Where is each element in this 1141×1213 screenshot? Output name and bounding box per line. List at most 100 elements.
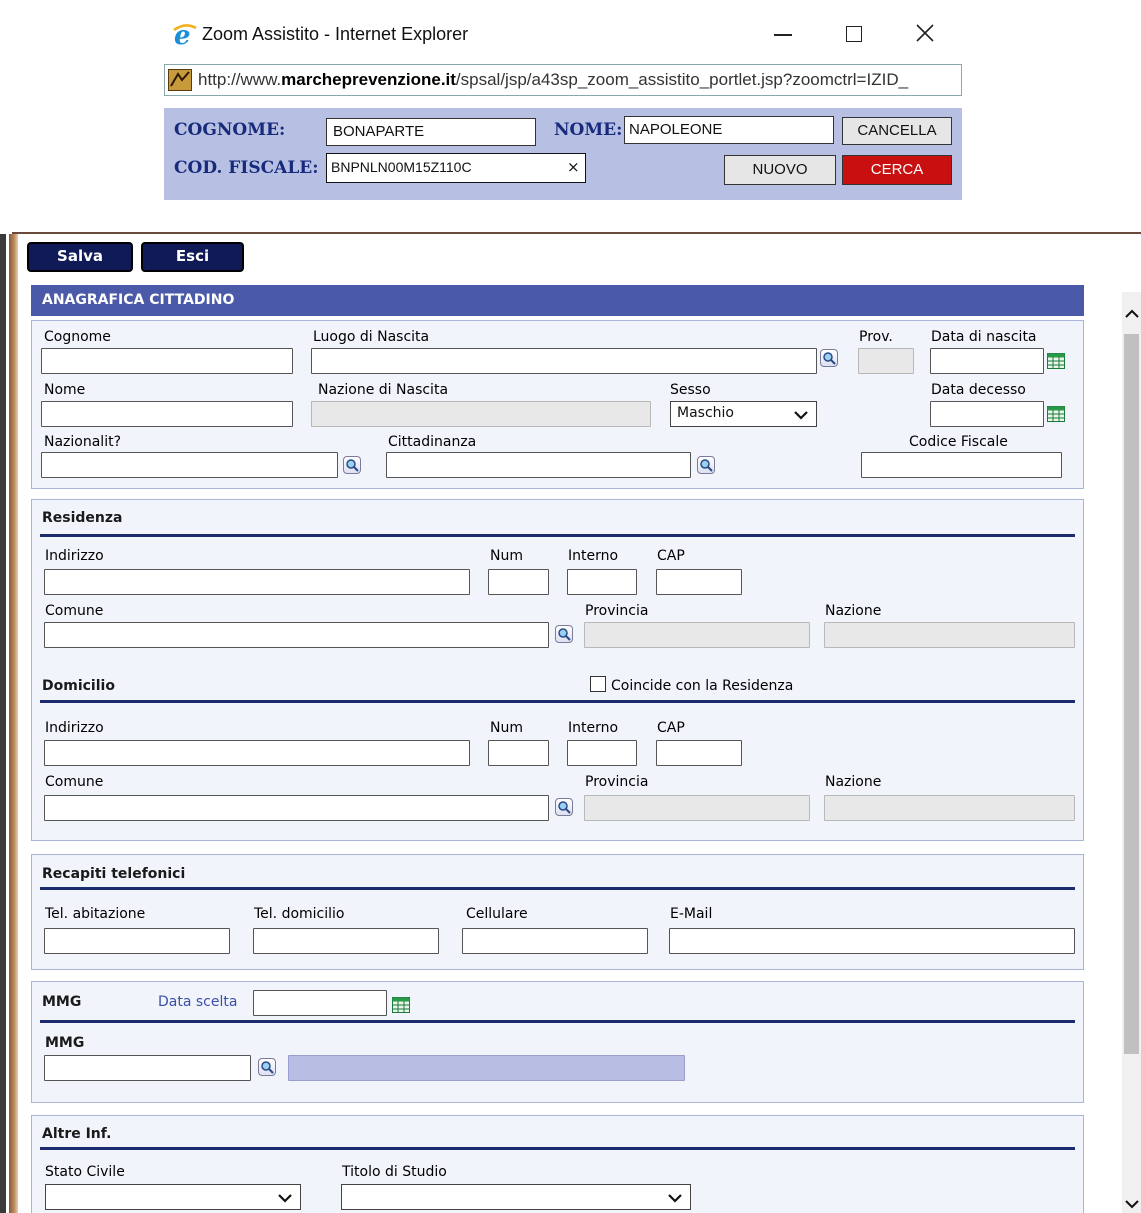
tel-abitazione-field[interactable] xyxy=(44,928,230,954)
nazione-nascita-field xyxy=(311,401,651,427)
esci-button-label: Esci xyxy=(175,247,210,265)
res-cap-field[interactable] xyxy=(656,569,742,595)
search-icon[interactable] xyxy=(555,798,573,816)
cognome-label: Cognome xyxy=(44,329,111,345)
nuovo-button[interactable]: NUOVO xyxy=(724,155,836,185)
res-cap-label: CAP xyxy=(657,548,685,564)
calendar-icon[interactable] xyxy=(392,997,410,1013)
nome-label: NOME: xyxy=(554,120,623,140)
minimize-icon[interactable] xyxy=(774,34,792,36)
mmg-field[interactable] xyxy=(44,1055,251,1081)
popup-titlebar: e Zoom Assistito - Internet Explorer xyxy=(162,12,963,58)
search-icon[interactable] xyxy=(697,456,715,474)
cerca-button[interactable]: CERCA xyxy=(842,155,952,185)
res-comune-field[interactable] xyxy=(44,622,549,648)
nazionalita-field[interactable] xyxy=(41,452,338,478)
codfiscale-label: COD. FISCALE: xyxy=(174,158,319,178)
chevron-down-icon xyxy=(668,1191,682,1207)
dom-num-label: Num xyxy=(490,720,523,736)
titolo-studio-select[interactable] xyxy=(341,1184,691,1210)
cittadinanza-field[interactable] xyxy=(386,452,691,478)
esci-button[interactable]: Esci xyxy=(141,242,244,272)
data-decesso-field[interactable] xyxy=(930,401,1044,427)
scroll-down-icon[interactable] xyxy=(1125,1194,1139,1213)
tel-abitazione-label: Tel. abitazione xyxy=(45,906,146,922)
dom-provincia-label: Provincia xyxy=(585,774,649,790)
nazione-nascita-label: Nazione di Nascita xyxy=(318,382,449,398)
prov-field xyxy=(858,348,914,374)
dom-comune-field[interactable] xyxy=(44,795,549,821)
dom-num-field[interactable] xyxy=(488,740,549,766)
residenza-title: Residenza xyxy=(42,510,123,526)
scrollbar-thumb[interactable] xyxy=(1124,334,1139,1054)
sesso-select[interactable]: Maschio xyxy=(670,401,817,427)
titolo-studio-label: Titolo di Studio xyxy=(342,1164,447,1180)
address-bar[interactable]: http://www.marcheprevenzione.it/spsal/js… xyxy=(164,64,962,96)
scroll-up-icon[interactable] xyxy=(1125,304,1139,323)
mmg-field-label: MMG xyxy=(45,1035,85,1051)
cognome-label: COGNOME: xyxy=(174,120,286,140)
dom-cap-label: CAP xyxy=(657,720,685,736)
cellulare-field[interactable] xyxy=(462,928,648,954)
anagrafica-title: ANAGRAFICA CITTADINO xyxy=(42,292,235,308)
search-icon[interactable] xyxy=(343,456,361,474)
cognome-search-input[interactable]: BONAPARTE xyxy=(326,118,536,146)
chevron-down-icon xyxy=(794,408,808,424)
clear-input-icon[interactable]: × xyxy=(567,158,580,176)
luogo-nascita-field[interactable] xyxy=(311,348,817,374)
res-indirizzo-field[interactable] xyxy=(44,569,470,595)
codice-fiscale-label: Codice Fiscale xyxy=(909,434,1008,450)
dom-interno-label: Interno xyxy=(568,720,619,736)
dom-cap-field[interactable] xyxy=(656,740,742,766)
url-prefix: http://www. xyxy=(198,70,282,89)
res-comune-label: Comune xyxy=(45,603,104,619)
calendar-icon[interactable] xyxy=(1047,353,1065,369)
ie-logo-icon: e xyxy=(172,21,198,52)
res-interno-field[interactable] xyxy=(567,569,637,595)
search-icon[interactable] xyxy=(258,1058,276,1076)
search-icon[interactable] xyxy=(555,625,573,643)
residenza-divider xyxy=(40,534,1075,537)
search-icon[interactable] xyxy=(820,349,838,367)
coincide-checkbox[interactable] xyxy=(590,676,606,692)
dom-interno-field[interactable] xyxy=(567,740,637,766)
cellulare-label: Cellulare xyxy=(466,906,528,922)
codice-fiscale-field[interactable] xyxy=(861,452,1062,478)
nome-search-input[interactable]: NAPOLEONE xyxy=(624,116,834,144)
data-scelta-label: Data scelta xyxy=(158,994,238,1010)
left-border-strip xyxy=(0,234,18,1213)
top-border-line xyxy=(12,232,1141,234)
popup-window: e Zoom Assistito - Internet Explorer htt… xyxy=(162,12,963,234)
tel-domicilio-label: Tel. domicilio xyxy=(254,906,345,922)
email-label: E-Mail xyxy=(670,906,713,922)
nome-field[interactable] xyxy=(41,401,293,427)
email-field[interactable] xyxy=(669,928,1075,954)
res-provincia-label: Provincia xyxy=(585,603,649,619)
calendar-icon[interactable] xyxy=(1047,406,1065,422)
res-num-field[interactable] xyxy=(488,569,549,595)
coincide-label: Coincide con la Residenza xyxy=(611,678,794,694)
nome-label: Nome xyxy=(44,382,86,398)
url-domain: marcheprevenzione.it xyxy=(281,70,456,89)
codfiscale-search-value: BNPNLN00M15Z110C xyxy=(331,159,472,175)
dom-indirizzo-field[interactable] xyxy=(44,740,470,766)
cancella-button[interactable]: CANCELLA xyxy=(842,117,952,145)
close-icon[interactable] xyxy=(916,24,934,46)
res-provincia-field xyxy=(584,622,810,648)
dom-comune-label: Comune xyxy=(45,774,104,790)
tel-domicilio-field[interactable] xyxy=(253,928,439,954)
cognome-field[interactable] xyxy=(41,348,293,374)
salva-button[interactable]: Salva xyxy=(27,242,133,272)
res-indirizzo-label: Indirizzo xyxy=(45,548,104,564)
maximize-icon[interactable] xyxy=(846,26,862,42)
data-scelta-field[interactable] xyxy=(253,990,387,1016)
vertical-scrollbar[interactable] xyxy=(1122,292,1141,1213)
domicilio-title: Domicilio xyxy=(42,678,115,694)
res-nazione-label: Nazione xyxy=(825,603,882,619)
stato-civile-select[interactable] xyxy=(45,1184,301,1210)
data-nascita-field[interactable] xyxy=(930,348,1044,374)
codfiscale-search-input[interactable]: BNPNLN00M15Z110C × xyxy=(326,153,586,183)
nuovo-button-label: NUOVO xyxy=(752,161,808,178)
chevron-down-icon xyxy=(278,1191,292,1207)
mmg-description-field xyxy=(288,1055,685,1081)
